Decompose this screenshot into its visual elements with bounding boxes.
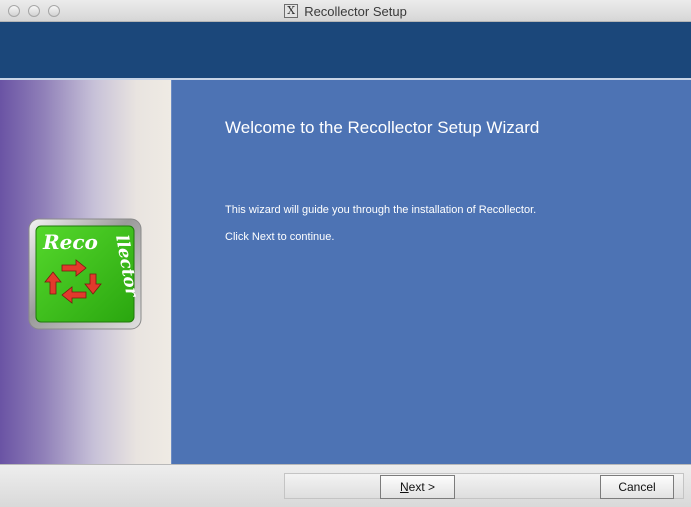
wizard-instruction: Click Next to continue. — [225, 231, 335, 243]
x11-app-icon: X — [284, 4, 299, 18]
header-band — [0, 22, 691, 78]
logo-text-top: Reco — [42, 230, 98, 254]
wizard-heading: Welcome to the Recollector Setup Wizard — [225, 118, 540, 137]
recollector-logo-icon: Reco llector — [28, 218, 142, 330]
next-button[interactable]: Next > — [380, 475, 455, 499]
wizard-description: This wizard will guide you through the i… — [225, 204, 537, 216]
cancel-button-label: Cancel — [618, 480, 656, 494]
title-group: X Recollector Setup — [0, 0, 691, 22]
wizard-content-panel: Welcome to the Recollector Setup Wizard … — [171, 80, 691, 464]
cancel-button[interactable]: Cancel — [600, 475, 674, 499]
title-bar[interactable]: X Recollector Setup — [0, 0, 691, 22]
setup-window: X Recollector Setup Reco llector Welcome… — [0, 0, 691, 507]
next-button-label: Next > — [399, 480, 436, 494]
window-title: Recollector Setup — [304, 3, 407, 19]
